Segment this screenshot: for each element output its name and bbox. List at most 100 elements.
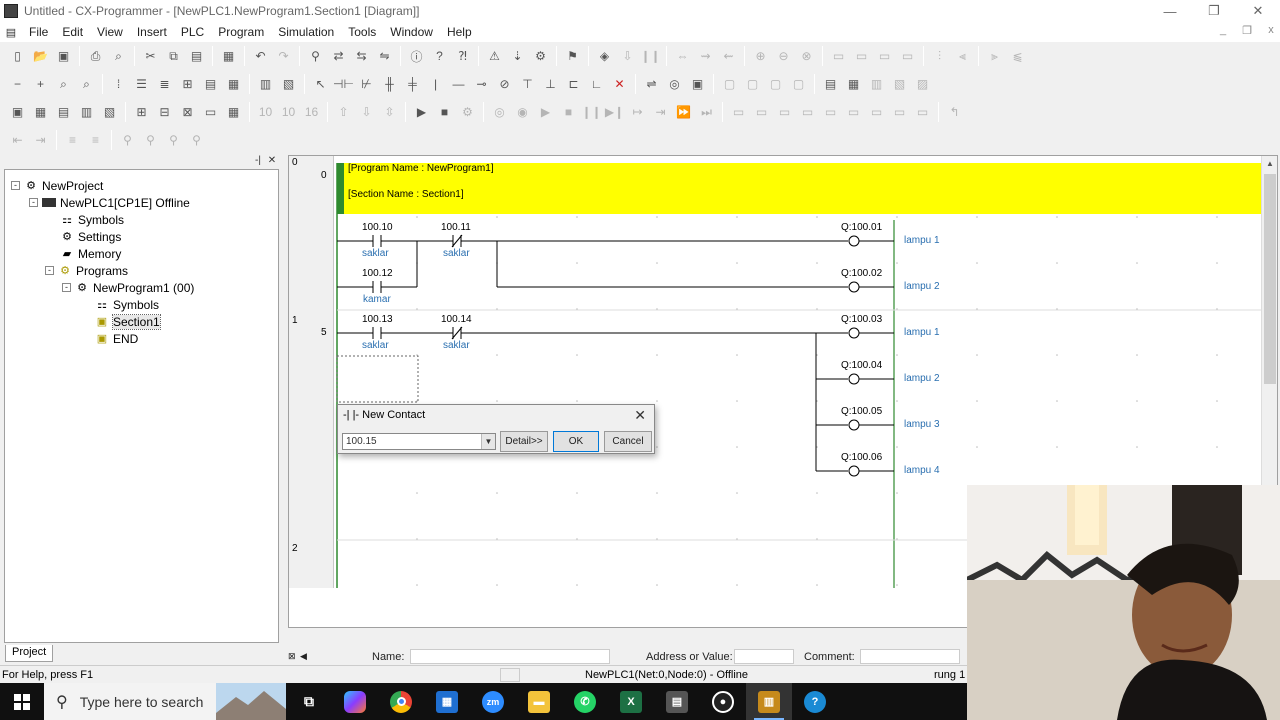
address-reference-icon[interactable]: ⇋ bbox=[375, 46, 395, 66]
open-icon[interactable]: 📂 bbox=[31, 46, 51, 66]
window-icon-5[interactable]: ▧ bbox=[100, 102, 120, 122]
warning-icon[interactable]: ⚠ bbox=[485, 46, 505, 66]
line-connect-icon[interactable]: ∟ bbox=[587, 74, 607, 94]
print-preview-icon[interactable]: ⌕ bbox=[109, 46, 129, 66]
sim-break-icon[interactable]: ◎ bbox=[490, 102, 510, 122]
file-explorer-icon[interactable]: ▬ bbox=[516, 683, 562, 720]
menu-file[interactable]: File bbox=[22, 25, 55, 39]
force-cancel-icon[interactable]: ⊗ bbox=[797, 46, 817, 66]
program-icon[interactable]: ⊞ bbox=[178, 74, 198, 94]
zoom-to-fit-icon[interactable]: ⌕ bbox=[54, 74, 74, 94]
differential-monitor-icon[interactable]: ⫶ bbox=[930, 46, 950, 66]
dialog-close-icon[interactable]: ✕ bbox=[634, 407, 646, 424]
window-icon-3[interactable]: ▤ bbox=[54, 102, 74, 122]
reset-icon[interactable]: ▭ bbox=[852, 46, 872, 66]
io-map-icon-3[interactable]: ▭ bbox=[775, 102, 795, 122]
new-icon[interactable]: ▯ bbox=[8, 46, 28, 66]
new-closed-coil-icon[interactable]: ⊘ bbox=[495, 74, 515, 94]
copilot-icon[interactable] bbox=[332, 683, 378, 720]
io-map-icon-8[interactable]: ▭ bbox=[890, 102, 910, 122]
window-icon-2[interactable]: ▦ bbox=[31, 102, 51, 122]
new-instruction-icon[interactable]: ⊥ bbox=[541, 74, 561, 94]
save-icon[interactable]: ▣ bbox=[54, 46, 74, 66]
menu-help[interactable]: Help bbox=[440, 25, 479, 39]
step-icon[interactable]: ▢ bbox=[743, 74, 763, 94]
pause-icon[interactable]: ❙❙ bbox=[640, 46, 660, 66]
memory-card-icon[interactable]: ▦ bbox=[844, 74, 864, 94]
rung-icon[interactable]: ▦ bbox=[219, 46, 239, 66]
print-icon[interactable]: ⎙ bbox=[86, 46, 106, 66]
restore-button[interactable]: ❐ bbox=[1192, 0, 1236, 22]
force-on-icon[interactable]: ⊕ bbox=[751, 46, 771, 66]
view-icon-3[interactable]: ⊠ bbox=[178, 102, 198, 122]
format-16-icon[interactable]: 16 bbox=[302, 102, 322, 122]
menu-tools[interactable]: Tools bbox=[341, 25, 383, 39]
tree-node-settings[interactable]: ⚙ Settings bbox=[60, 228, 121, 245]
format-bcd-icon[interactable]: 10 bbox=[279, 102, 299, 122]
coil[interactable] bbox=[848, 327, 860, 339]
sim-step-over-icon[interactable]: ↦ bbox=[628, 102, 648, 122]
menu-edit[interactable]: Edit bbox=[55, 25, 90, 39]
sim-run-icon[interactable]: ▶ bbox=[536, 102, 556, 122]
doc-restore-button[interactable]: ❐ bbox=[1236, 24, 1258, 40]
change-value-icon[interactable]: ▭ bbox=[898, 46, 918, 66]
taskbar-search[interactable]: ⚲ Type here to search bbox=[44, 683, 286, 720]
delete-line-icon[interactable]: ✕ bbox=[610, 74, 630, 94]
comments-icon[interactable]: ☰ bbox=[132, 74, 152, 94]
chrome-icon[interactable] bbox=[378, 683, 424, 720]
force-off-icon[interactable]: ⊖ bbox=[774, 46, 794, 66]
mnemonic-icon[interactable]: ▦ bbox=[224, 74, 244, 94]
minimize-button[interactable]: — bbox=[1148, 0, 1192, 22]
sim-settings-icon[interactable]: ⚙ bbox=[458, 102, 478, 122]
menu-view[interactable]: View bbox=[90, 25, 130, 39]
online-edit-cancel-icon[interactable]: ⇜ bbox=[719, 46, 739, 66]
new-closed-contact-icon[interactable]: ⊬ bbox=[357, 74, 377, 94]
window-icon-4[interactable]: ▥ bbox=[77, 102, 97, 122]
context-help-icon[interactable]: ⁈ bbox=[453, 46, 473, 66]
ladder-view-icon[interactable]: ▤ bbox=[201, 74, 221, 94]
menu-plc[interactable]: PLC bbox=[174, 25, 211, 39]
whatsapp-icon[interactable]: ✆ bbox=[562, 683, 608, 720]
new-pla-instruction-icon[interactable]: ⊤ bbox=[518, 74, 538, 94]
io-table-icon[interactable]: ▤ bbox=[821, 74, 841, 94]
tree-node-plc[interactable]: - NewPLC1[CP1E] Offline bbox=[29, 194, 190, 211]
help-app-icon[interactable]: ? bbox=[792, 683, 838, 720]
tab-right-icon[interactable]: ◀ bbox=[300, 651, 372, 662]
sim-step-icon[interactable]: ◉ bbox=[513, 102, 533, 122]
new-function-block-icon[interactable]: ⊏ bbox=[564, 74, 584, 94]
return-icon[interactable]: ↰ bbox=[945, 102, 965, 122]
watch-icon[interactable]: ▧ bbox=[279, 74, 299, 94]
clock-icon[interactable]: ▨ bbox=[913, 74, 933, 94]
tree-node-end[interactable]: ▣ END bbox=[95, 330, 139, 347]
detail-button[interactable]: Detail>> bbox=[500, 431, 548, 452]
tree-node-symbols[interactable]: ⚏ Symbols bbox=[60, 211, 124, 228]
tab-project[interactable]: Project bbox=[5, 645, 54, 662]
pane-minimize-button[interactable]: -| bbox=[252, 156, 264, 167]
select-mode-icon[interactable]: ↖ bbox=[311, 74, 331, 94]
tree-node-newprogram1[interactable]: - ⚙ NewProgram1 (00) bbox=[62, 279, 194, 296]
sim-fast-icon[interactable]: ⏩ bbox=[674, 102, 694, 122]
obs-icon[interactable]: ● bbox=[700, 683, 746, 720]
doc-close-button[interactable]: x bbox=[1260, 24, 1280, 40]
simulation-icon[interactable]: ⚑ bbox=[563, 46, 583, 66]
sim-stop-run-icon[interactable]: ■ bbox=[559, 102, 579, 122]
io-map-icon-4[interactable]: ▭ bbox=[798, 102, 818, 122]
menu-simulation[interactable]: Simulation bbox=[271, 25, 341, 39]
sim-pause-icon[interactable]: ❙❙ bbox=[581, 102, 601, 122]
menu-window[interactable]: Window bbox=[383, 25, 440, 39]
run-icon[interactable]: ⇩ bbox=[618, 46, 638, 66]
transfer-icon[interactable]: ⇣ bbox=[508, 46, 528, 66]
sim-stop-icon[interactable]: ■ bbox=[435, 102, 455, 122]
new-or-contact-icon[interactable]: ╫ bbox=[380, 74, 400, 94]
tree-node-project[interactable]: - ⚙ NewProject bbox=[11, 177, 103, 194]
online-icon[interactable]: ⇌ bbox=[642, 74, 662, 94]
align-left-icon[interactable]: ≡ bbox=[63, 130, 83, 150]
menu-program[interactable]: Program bbox=[211, 25, 271, 39]
transfer-compare-icon[interactable]: ⇳ bbox=[380, 102, 400, 122]
monitor-mode-icon[interactable]: ◎ bbox=[665, 74, 685, 94]
tree-node-section1[interactable]: ▣ Section1 bbox=[95, 313, 161, 330]
zoom-in-icon[interactable]: + bbox=[31, 74, 51, 94]
cancel-button[interactable]: Cancel bbox=[604, 431, 652, 452]
store-icon[interactable]: ▦ bbox=[424, 683, 470, 720]
symbol-table-icon[interactable]: ▥ bbox=[256, 74, 276, 94]
